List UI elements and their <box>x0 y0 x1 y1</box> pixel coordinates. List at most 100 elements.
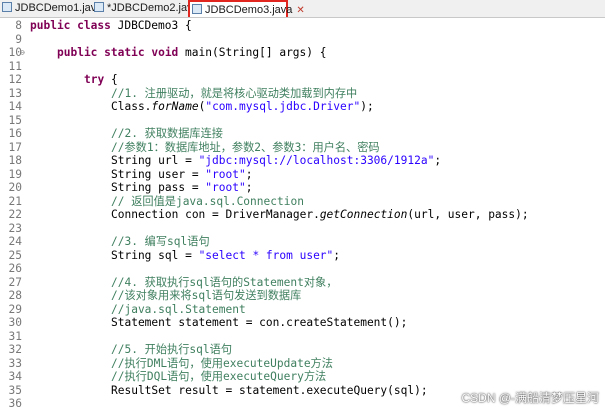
code-token: main(String[] args) { <box>178 46 327 59</box>
code-token: getConnection <box>319 208 408 221</box>
line-number: 36 <box>8 397 22 410</box>
editor-tab-bar: JDBCDemo1.java *JDBCDemo2.java JDBCDemo3… <box>0 0 605 18</box>
code-token: String url = <box>111 154 199 167</box>
code-token: String sql = <box>111 248 199 262</box>
line-number: 20 <box>8 181 22 194</box>
code-line: 9 <box>0 33 605 47</box>
comment-token: //4. 获取执行sql语句的Statement对象， <box>111 275 338 289</box>
code-token: String user = <box>111 167 206 181</box>
code-text: public class JDBCDemo3 { <box>30 19 192 33</box>
java-file-icon <box>192 4 202 14</box>
keyword-token: static <box>104 46 145 59</box>
code-line: 29 //java.sql.Statement <box>0 303 605 317</box>
java-file-icon <box>94 2 104 12</box>
code-token: ; <box>333 248 341 262</box>
line-number: 31 <box>8 329 22 343</box>
line-number: 25 <box>8 248 22 262</box>
code-token: Statement statement = con.createStatemen… <box>111 316 408 329</box>
code-line: 14 Class.forName("com.mysql.jdbc.Driver")… <box>0 100 605 114</box>
comment-token: //参数1：数据库地址，参数2、参数3：用户名、密码 <box>111 140 380 154</box>
tab-label: JDBCDemo1.java <box>15 2 103 14</box>
keyword-token: public <box>30 19 71 32</box>
tab-jdbcdemo3[interactable]: JDBCDemo3.java ✕ <box>188 0 305 17</box>
code-line: 23 <box>0 222 605 236</box>
code-line: 32 //5. 开始执行sql语句 <box>0 343 605 357</box>
code-line: 30 Statement statement = con.createStatem… <box>0 316 605 330</box>
code-text: public static void main(String[] args) { <box>57 46 326 60</box>
code-token: { <box>104 73 118 86</box>
code-text: ResultSet result = statement.executeQuer… <box>111 384 428 398</box>
string-token: "com.mysql.jdbc.Driver" <box>205 100 361 113</box>
keyword-token: try <box>84 73 105 86</box>
code-token: Connection con = DriverManager. <box>111 208 320 221</box>
code-line: 20 String pass = "root"; <box>0 181 605 195</box>
line-number: 35 <box>8 383 22 397</box>
line-number: 8 <box>15 19 22 32</box>
code-line: 19 String user = "root"; <box>0 168 605 182</box>
code-text: Connection con = DriverManager.getConnec… <box>111 208 529 222</box>
comment-token: //执行DML语句，使用executeUpdate方法 <box>111 356 333 370</box>
code-editor[interactable]: 8 public class JDBCDemo3 { 9 10 ⊖ public stat… <box>0 18 605 412</box>
line-number: 19 <box>8 167 22 181</box>
code-token: forName <box>151 100 199 113</box>
code-text: String pass = "root"; <box>111 181 252 195</box>
close-icon[interactable]: ✕ <box>296 5 304 16</box>
line-number: 28 <box>8 289 22 302</box>
code-text: //执行DML语句，使用executeUpdate方法 <box>111 357 333 371</box>
code-line: 33 //执行DML语句，使用executeUpdate方法 <box>0 357 605 371</box>
code-line: 12 try { <box>0 73 605 87</box>
code-line: 15 <box>0 114 605 128</box>
code-token: ); <box>360 100 374 113</box>
code-token: ; <box>245 181 253 194</box>
line-number: 22 <box>8 208 22 221</box>
code-token: JDBCDemo3 { <box>110 19 192 32</box>
line-number: 13 <box>8 86 22 100</box>
code-line: 27 //4. 获取执行sql语句的Statement对象， <box>0 276 605 290</box>
line-number: 10 <box>8 46 22 59</box>
line-number: 18 <box>8 154 22 167</box>
tab-jdbcdemo2[interactable]: *JDBCDemo2.java <box>92 0 199 17</box>
tab-jdbcdemo1[interactable]: JDBCDemo1.java <box>0 0 102 17</box>
code-line: 26 <box>0 262 605 276</box>
code-line: 17 //参数1：数据库地址，参数2、参数3：用户名、密码 <box>0 141 605 155</box>
tab-label: JDBCDemo3.java <box>205 4 293 16</box>
line-number: 14 <box>8 100 22 113</box>
code-token: (url, user, pass); <box>407 208 529 221</box>
keyword-token: public <box>57 46 98 59</box>
code-token: ; <box>434 154 442 167</box>
code-token: ; <box>245 167 253 181</box>
line-number: 33 <box>8 356 22 370</box>
code-line: 21 // 返回值是java.sql.Connection <box>0 195 605 209</box>
code-line: 22 Connection con = DriverManager.getConn… <box>0 208 605 222</box>
code-text: String sql = "select * from user"; <box>111 249 340 263</box>
tab-label: *JDBCDemo2.java <box>107 2 199 14</box>
code-text: // 返回值是java.sql.Connection <box>111 195 304 209</box>
code-line: 28 //该对象用来将sql语句发送到数据库 <box>0 289 605 303</box>
code-text: //2. 获取数据库连接 <box>111 127 223 141</box>
comment-token: //5. 开始执行sql语句 <box>111 343 233 356</box>
keyword-token: void <box>151 46 179 59</box>
code-text: //1. 注册驱动，就是将核心驱动类加载到内存中 <box>111 87 357 101</box>
code-line: 31 <box>0 330 605 344</box>
string-token: "root" <box>205 181 246 194</box>
code-line: 34 //执行DQL语句，使用executeQuery方法 <box>0 370 605 384</box>
code-line: 16 //2. 获取数据库连接 <box>0 127 605 141</box>
code-token: String pass = <box>111 181 206 194</box>
code-text: //java.sql.Statement <box>111 303 246 317</box>
keyword-token: class <box>77 19 111 32</box>
code-line: 8 public class JDBCDemo3 { <box>0 19 605 33</box>
string-token: "select * from user" <box>198 248 334 262</box>
line-number: 30 <box>8 316 22 329</box>
code-line: 10 ⊖ public static void main(String[] args… <box>0 46 605 60</box>
code-text: //执行DQL语句，使用executeQuery方法 <box>111 370 326 384</box>
code-text: Statement statement = con.createStatemen… <box>111 316 407 330</box>
watermark: CSDN @-满船清梦压星河 <box>461 391 599 405</box>
line-number: 29 <box>8 302 22 316</box>
fold-toggle-icon[interactable]: ⊖ <box>20 46 25 60</box>
line-number: 26 <box>8 262 22 275</box>
comment-token: //3. 编写sql语句 <box>111 235 210 248</box>
code-text: Class.forName("com.mysql.jdbc.Driver"); <box>111 100 374 114</box>
string-token: "root" <box>205 167 246 181</box>
line-number: 9 <box>15 32 22 46</box>
line-number: 11 <box>8 59 22 73</box>
